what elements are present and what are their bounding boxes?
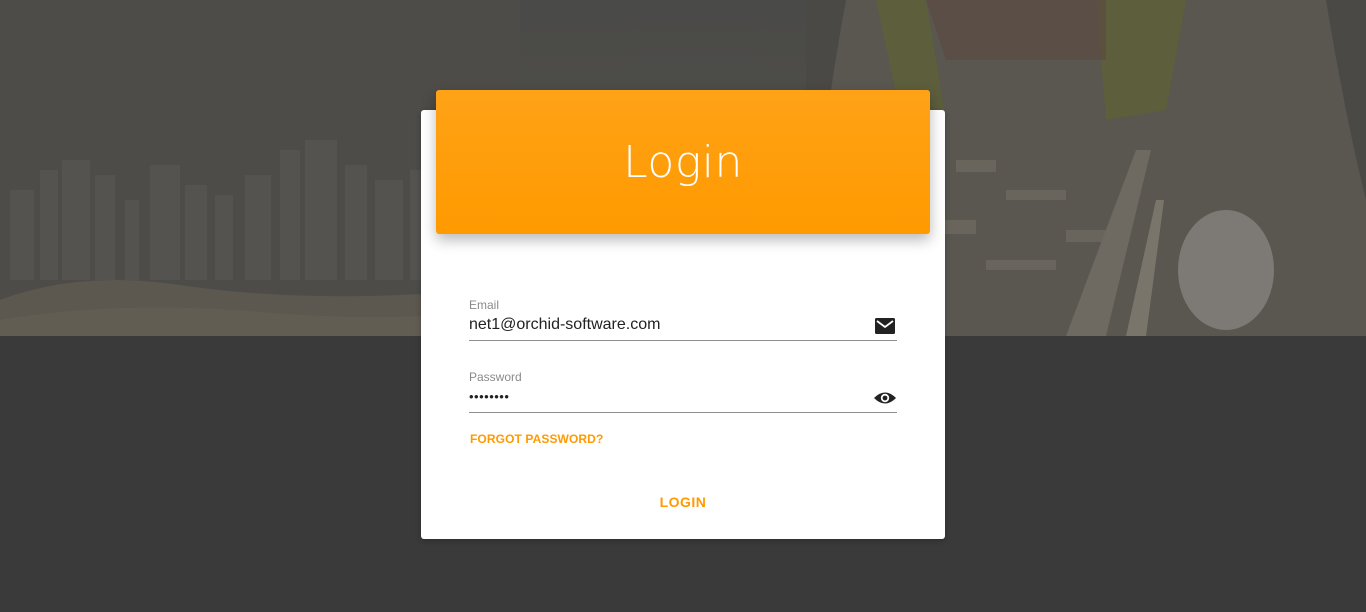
eye-icon[interactable] (873, 389, 897, 411)
password-input[interactable] (469, 384, 859, 410)
forgot-password-link[interactable]: FORGOT PASSWORD? (470, 432, 603, 446)
login-button[interactable]: LOGIN (633, 486, 733, 518)
login-page: Login Email Password (0, 0, 1366, 612)
login-title: Login (623, 136, 743, 188)
password-field: Password (469, 370, 897, 413)
mail-icon (873, 315, 897, 337)
password-label: Password (469, 370, 522, 384)
email-label: Email (469, 298, 500, 312)
email-field: Email (469, 298, 897, 341)
password-input-row (469, 384, 897, 413)
email-input[interactable] (469, 312, 859, 338)
email-input-row (469, 312, 897, 341)
login-card-header: Login (436, 90, 930, 234)
